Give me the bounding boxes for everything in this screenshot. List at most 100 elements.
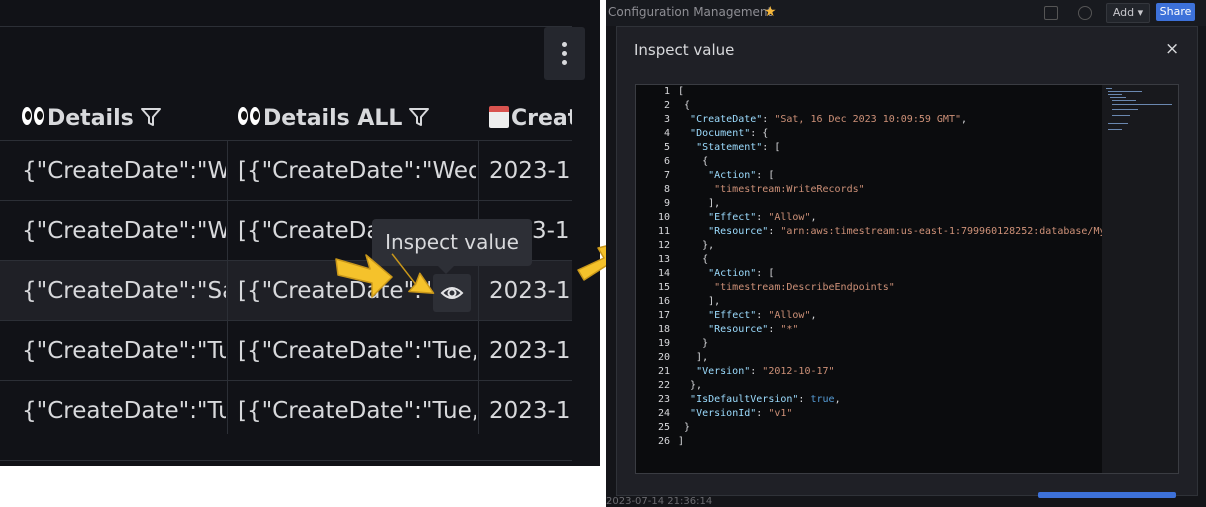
column-divider — [478, 140, 479, 434]
code-line[interactable]: "Resource": "arn:aws:timestream:us-east-… — [678, 225, 1102, 239]
line-number: 15 — [657, 282, 670, 293]
add-label: Add — [1112, 6, 1135, 19]
code-line[interactable]: [ — [678, 85, 1102, 99]
line-number: 10 — [657, 212, 670, 223]
code-line[interactable]: { — [678, 99, 1102, 113]
line-number: 6 — [663, 156, 670, 167]
line-number: 16 — [657, 296, 670, 307]
background-button[interactable] — [1038, 492, 1176, 498]
code-line[interactable]: { — [678, 155, 1102, 169]
cell-details[interactable]: {"CreateDate":"Tu — [22, 321, 226, 381]
code-line[interactable]: "Resource": "*" — [678, 323, 1102, 337]
background-toolbar: Configuration Management ★ Add ▾ Share — [606, 0, 1206, 26]
minimap[interactable] — [1102, 85, 1178, 473]
kebab-dot — [562, 42, 567, 47]
line-number: 13 — [657, 254, 670, 265]
settings-icon[interactable] — [1078, 6, 1092, 20]
line-number: 11 — [657, 226, 670, 237]
code-line[interactable]: "VersionId": "v1" — [678, 407, 1102, 421]
line-number: 17 — [657, 310, 670, 321]
line-number: 7 — [663, 170, 670, 181]
kebab-dot — [562, 51, 567, 56]
code-line[interactable]: { — [678, 253, 1102, 267]
line-number: 5 — [663, 142, 670, 153]
cell-create-date[interactable]: 2023-1 — [489, 381, 572, 434]
line-number: 4 — [663, 128, 670, 139]
code-line[interactable]: ] — [678, 435, 1102, 449]
code-line[interactable]: "CreateDate": "Sat, 16 Dec 2023 10:09:59… — [678, 113, 1102, 127]
code-line[interactable]: "Statement": [ — [678, 141, 1102, 155]
line-number: 26 — [657, 436, 670, 447]
cell-details-all[interactable]: [{"CreateDate":"Wed, — [238, 141, 476, 201]
column-header-label: Details — [47, 106, 134, 131]
modal-title: Inspect value — [634, 41, 735, 59]
code-line[interactable]: "Document": { — [678, 127, 1102, 141]
line-number: 12 — [657, 240, 670, 251]
code-line[interactable]: "timestream:WriteRecords" — [678, 183, 1102, 197]
line-number: 23 — [657, 394, 670, 405]
code-line[interactable]: }, — [678, 239, 1102, 253]
code-line[interactable]: "Effect": "Allow", — [678, 309, 1102, 323]
line-number: 25 — [657, 422, 670, 433]
line-number: 22 — [657, 380, 670, 391]
data-table: Details Details ALL Creat {"CreateDate":… — [0, 98, 572, 434]
code-line[interactable]: ], — [678, 197, 1102, 211]
line-number: 20 — [657, 352, 670, 363]
save-icon[interactable] — [1044, 6, 1058, 20]
cell-details-all[interactable]: [{"CreateDate":"Tue, — [238, 321, 476, 381]
cell-create-date[interactable]: 2023-1 — [489, 261, 572, 321]
table-row[interactable]: {"CreateDate":"Tu [{"CreateDate":"Tue, 2… — [0, 380, 572, 434]
cell-details[interactable]: {"CreateDate":"Tu — [22, 381, 226, 434]
cell-create-date[interactable]: 3-1 — [532, 201, 572, 261]
code-line[interactable]: }, — [678, 379, 1102, 393]
close-icon[interactable]: × — [1165, 39, 1179, 59]
line-number: 14 — [657, 268, 670, 279]
code-line[interactable]: ], — [678, 351, 1102, 365]
cell-details-all[interactable]: [{"CreateDate":"Tue, — [238, 381, 476, 434]
eyes-icon — [22, 107, 46, 127]
filter-icon[interactable] — [408, 106, 430, 128]
line-number: 3 — [663, 114, 670, 125]
filter-icon[interactable] — [140, 106, 162, 128]
kebab-dot — [562, 60, 567, 65]
code-line[interactable]: "Action": [ — [678, 267, 1102, 281]
line-number: 19 — [657, 338, 670, 349]
code-line[interactable]: } — [678, 421, 1102, 435]
line-number: 21 — [657, 366, 670, 377]
dashboard-title[interactable]: Configuration Management — [608, 5, 772, 19]
table-row[interactable]: {"CreateDate":"We [{"CreateDate":"Wed, 2… — [0, 140, 572, 201]
cell-details[interactable]: {"CreateDate":"We — [22, 141, 226, 201]
divider — [0, 26, 572, 27]
inspect-panel: Configuration Management ★ Add ▾ Share I… — [606, 0, 1206, 507]
line-number: 24 — [657, 408, 670, 419]
column-header-details[interactable]: Details — [22, 98, 222, 140]
code-line[interactable]: ], — [678, 295, 1102, 309]
cell-create-date[interactable]: 2023-1 — [489, 321, 572, 381]
column-header-create-date[interactable]: Creat — [489, 98, 572, 140]
cell-details[interactable]: {"CreateDate":"We — [22, 201, 226, 261]
divider — [0, 460, 572, 461]
share-button[interactable]: Share — [1156, 3, 1195, 21]
code-line[interactable]: "Version": "2012-10-17" — [678, 365, 1102, 379]
code-line[interactable]: "IsDefaultVersion": true, — [678, 393, 1102, 407]
code-editor[interactable]: 1 2 3 4 5 6 7 8 9 10 11 12 13 14 15 16 17 18 19 20 21 22 23 24 2… — [635, 84, 1179, 474]
code-line[interactable]: } — [678, 337, 1102, 351]
table-row[interactable]: {"CreateDate":"Sa [{"CreateDate":"Sa 202… — [0, 260, 572, 321]
star-icon[interactable]: ★ — [764, 4, 777, 20]
eyes-icon — [238, 107, 262, 127]
line-number: 18 — [657, 324, 670, 335]
cell-create-date[interactable]: 2023-1 — [489, 141, 572, 201]
code-line[interactable]: "Effect": "Allow", — [678, 211, 1102, 225]
more-options-button[interactable] — [544, 27, 585, 80]
cell-details[interactable]: {"CreateDate":"Sa — [22, 261, 226, 321]
code-line[interactable]: "timestream:DescribeEndpoints" — [678, 281, 1102, 295]
add-button[interactable]: Add ▾ — [1106, 3, 1150, 23]
line-number: 1 — [663, 86, 670, 97]
inspect-value-modal: Inspect value × 1 2 3 4 5 6 7 8 9 10 11 12 13 14 15 16 1… — [616, 26, 1198, 496]
line-numbers: 1 2 3 4 5 6 7 8 9 10 11 12 13 14 15 16 17 18 19 20 21 22 23 24 2… — [636, 85, 670, 473]
column-header-label: Details ALL — [263, 106, 403, 131]
code-content[interactable]: [ { "CreateDate": "Sat, 16 Dec 2023 10:0… — [678, 85, 1102, 473]
table-row[interactable]: {"CreateDate":"Tu [{"CreateDate":"Tue, 2… — [0, 320, 572, 381]
column-header-details-all[interactable]: Details ALL — [238, 98, 474, 140]
code-line[interactable]: "Action": [ — [678, 169, 1102, 183]
